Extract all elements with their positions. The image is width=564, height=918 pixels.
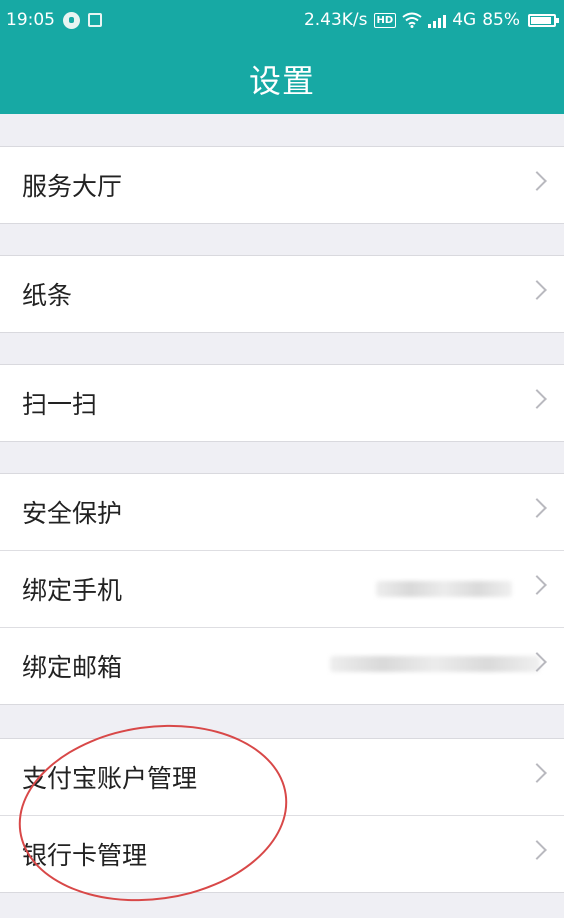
settings-group-service: 服务大厅 [0,146,564,224]
battery-percent: 85% [482,10,520,30]
settings-item-bind-email[interactable]: 绑定邮箱 [0,627,564,704]
settings-group-payment: 支付宝账户管理 银行卡管理 [0,738,564,893]
status-bar-right: 2.43K/s HD 4G 85% [303,10,559,30]
title-bar: 设置 [0,44,564,114]
chevron-right-icon [527,575,547,595]
settings-item-label: 扫一扫 [22,390,98,419]
settings-group-notes: 纸条 [0,255,564,333]
settings-item-bind-phone[interactable]: 绑定手机 [0,550,564,627]
chevron-right-icon [527,280,547,300]
status-bar: 19:05 2.43K/s HD 4G 85% [0,0,564,44]
settings-item-label: 支付宝账户管理 [22,764,198,793]
settings-item-label: 绑定手机 [22,576,123,605]
chevron-right-icon [527,840,547,860]
settings-item-notes[interactable]: 纸条 [0,256,564,332]
battery-icon [528,13,559,27]
screenshot-icon [88,13,102,27]
settings-group-scan: 扫一扫 [0,364,564,442]
settings-item-security-protection[interactable]: 安全保护 [0,474,564,550]
settings-item-label: 绑定邮箱 [22,653,123,682]
settings-item-bank-card[interactable]: 银行卡管理 [0,815,564,892]
page-title: 设置 [248,62,315,100]
app-notification-icon [63,11,80,29]
chevron-right-icon [527,763,547,783]
status-bar-left: 19:05 [6,10,102,30]
chevron-right-icon [527,389,547,409]
settings-item-label: 银行卡管理 [22,841,148,870]
network-speed: 2.43K/s [303,10,368,30]
network-type: 4G [452,10,477,30]
settings-item-service-hall[interactable]: 服务大厅 [0,147,564,223]
wifi-icon [402,12,422,28]
chevron-right-icon [527,498,547,518]
chevron-right-icon [527,171,547,191]
settings-group-security: 安全保护 绑定手机 绑定邮箱 [0,473,564,705]
signal-icon [428,13,447,28]
redacted-email [330,656,540,672]
clock: 19:05 [6,10,55,30]
settings-item-scan[interactable]: 扫一扫 [0,365,564,441]
settings-item-label: 服务大厅 [22,172,123,201]
hd-badge: HD [373,12,397,28]
settings-item-label: 安全保护 [22,499,123,528]
settings-item-alipay-account[interactable]: 支付宝账户管理 [0,739,564,815]
settings-item-label: 纸条 [22,281,73,310]
redacted-phone [376,581,512,597]
